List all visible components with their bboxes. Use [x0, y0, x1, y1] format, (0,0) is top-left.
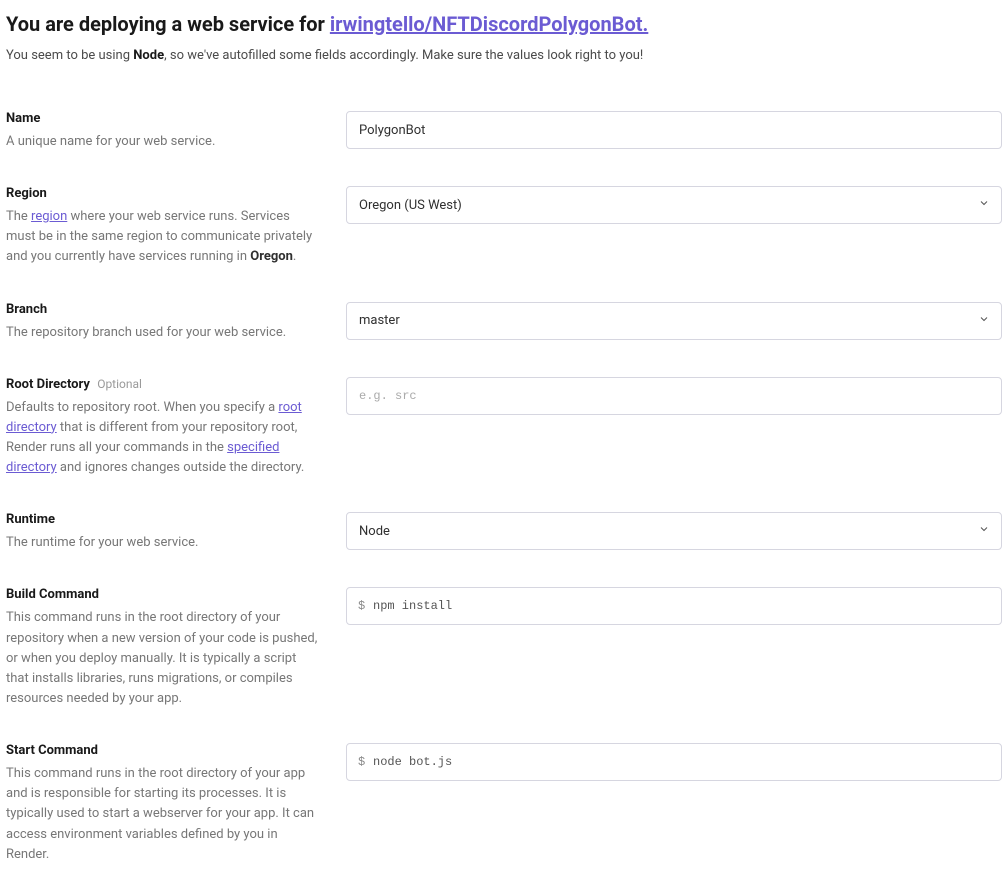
row-root-directory: Root Directory Optional Defaults to repo…: [6, 377, 1002, 479]
root-directory-label: Root Directory Optional: [6, 377, 322, 392]
subtitle-before: You seem to be using: [6, 48, 133, 63]
repo-link[interactable]: irwingtello/NFTDiscordPolygonBot.: [330, 12, 648, 36]
row-region: Region The region where your web service…: [6, 186, 1002, 267]
root-directory-help: Defaults to repository root. When you sp…: [6, 398, 322, 479]
name-label: Name: [6, 111, 322, 126]
branch-label: Branch: [6, 302, 322, 317]
start-command-input[interactable]: [346, 743, 1002, 781]
region-help-before: The: [6, 209, 31, 224]
region-label: Region: [6, 186, 322, 201]
page-title: You are deploying a web service for irwi…: [6, 12, 1002, 36]
region-help-after: .: [293, 249, 296, 264]
rootdir-help-after: and ignores changes outside the director…: [57, 460, 305, 475]
rootdir-help-before: Defaults to repository root. When you sp…: [6, 400, 278, 415]
name-help: A unique name for your web service.: [6, 132, 322, 152]
region-select[interactable]: Oregon (US West): [346, 186, 1002, 224]
root-directory-optional: Optional: [97, 377, 142, 391]
row-name: Name A unique name for your web service.: [6, 111, 1002, 152]
region-link[interactable]: region: [31, 209, 67, 224]
start-command-help: This command runs in the root directory …: [6, 764, 322, 865]
root-directory-input[interactable]: [346, 377, 1002, 415]
page-subtitle: You seem to be using Node, so we've auto…: [6, 48, 1002, 63]
runtime-help: The runtime for your web service.: [6, 533, 322, 553]
subtitle-after: , so we've autofilled some fields accord…: [164, 48, 643, 63]
build-command-help: This command runs in the root directory …: [6, 608, 322, 709]
build-command-input[interactable]: [346, 587, 1002, 625]
row-runtime: Runtime The runtime for your web service…: [6, 512, 1002, 553]
start-command-label: Start Command: [6, 743, 322, 758]
page-title-prefix: You are deploying a web service for: [6, 12, 330, 36]
region-help-bold: Oregon: [250, 249, 293, 264]
subtitle-detected-runtime: Node: [133, 48, 164, 63]
runtime-select[interactable]: Node: [346, 512, 1002, 550]
root-directory-label-text: Root Directory: [6, 377, 90, 392]
row-branch: Branch The repository branch used for yo…: [6, 302, 1002, 343]
branch-help: The repository branch used for your web …: [6, 323, 322, 343]
build-command-label: Build Command: [6, 587, 322, 602]
region-help: The region where your web service runs. …: [6, 207, 322, 267]
row-build-command: Build Command This command runs in the r…: [6, 587, 1002, 709]
runtime-label: Runtime: [6, 512, 322, 527]
branch-select[interactable]: master: [346, 302, 1002, 340]
row-start-command: Start Command This command runs in the r…: [6, 743, 1002, 865]
name-input[interactable]: [346, 111, 1002, 149]
